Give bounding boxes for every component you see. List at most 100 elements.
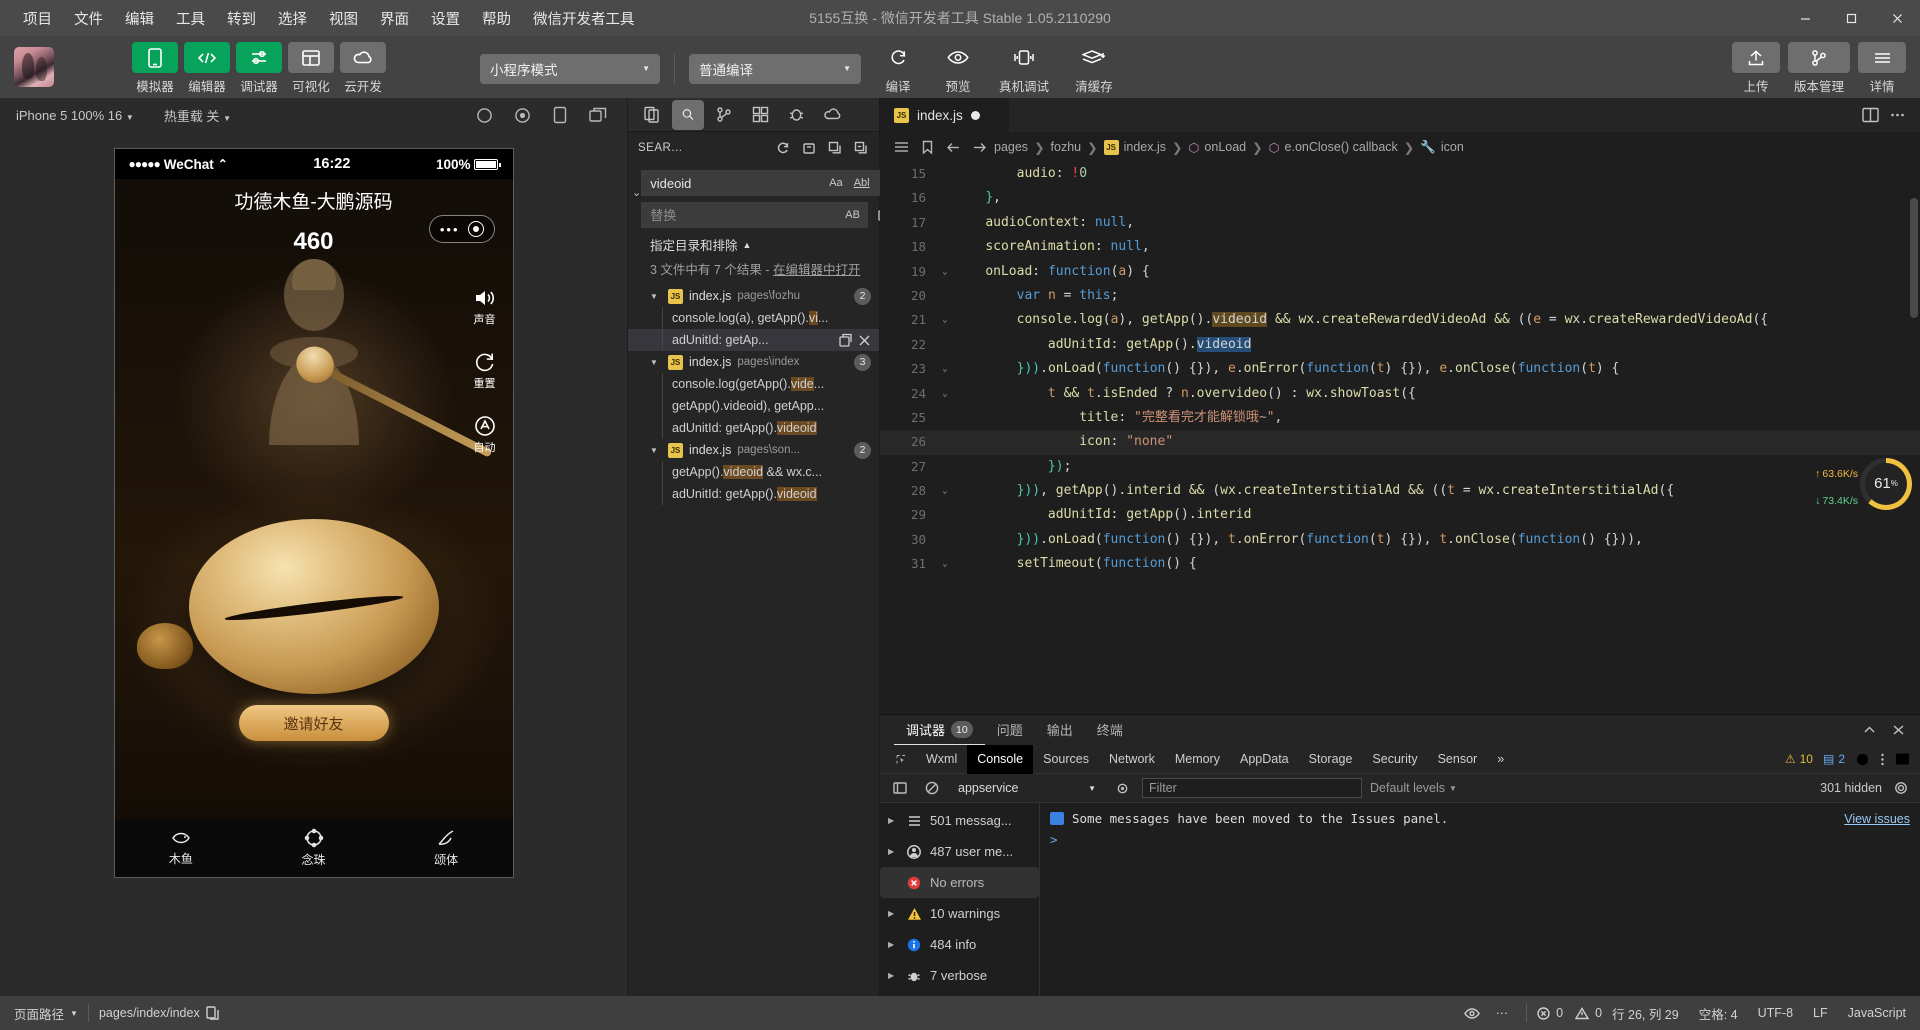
console-context-select[interactable]: appservice ▼ <box>952 779 1102 797</box>
menu-item-tools[interactable]: 工具 <box>165 3 216 34</box>
tab-console[interactable]: Console <box>967 745 1033 774</box>
more-vertical-icon[interactable] <box>1880 752 1885 767</box>
encoding[interactable]: UTF-8 <box>1758 1006 1793 1020</box>
maximize-button[interactable] <box>1828 0 1874 36</box>
fold-toggle[interactable]: ⌄ <box>936 479 954 503</box>
cloud-dev-button[interactable]: 云开发 <box>340 42 386 95</box>
clear-search-button[interactable] <box>797 136 821 160</box>
tab-storage[interactable]: Storage <box>1299 745 1363 774</box>
live-expression-button[interactable] <box>1110 776 1134 800</box>
tab-security[interactable]: Security <box>1362 745 1427 774</box>
inspect-element-button[interactable] <box>886 745 916 774</box>
open-in-editor-link[interactable]: 在编辑器中打开 <box>773 263 861 277</box>
dock-icon[interactable] <box>1895 752 1910 766</box>
cloud-icon-button[interactable] <box>816 100 848 130</box>
search-input[interactable] <box>650 176 826 191</box>
menu-item-select[interactable]: 选择 <box>267 3 318 34</box>
tab-memory[interactable]: Memory <box>1165 745 1230 774</box>
split-editor-icon[interactable] <box>1862 107 1879 123</box>
tab-chant[interactable]: 颂体 <box>380 819 513 877</box>
sidebar-item-warnings[interactable]: ▶ 10 warnings <box>880 898 1039 929</box>
upload-button[interactable]: 上传 <box>1732 42 1780 95</box>
tab-network[interactable]: Network <box>1099 745 1165 774</box>
rotate-button[interactable] <box>541 100 579 130</box>
toggle-replace-button[interactable]: ⌄ <box>632 164 641 228</box>
open-in-editor-button[interactable] <box>823 136 847 160</box>
whole-word-toggle[interactable]: Abl <box>851 176 873 190</box>
page-path-select[interactable]: 页面路径 ▼ <box>14 1004 78 1023</box>
refresh-search-button[interactable] <box>771 136 795 160</box>
close-icon[interactable] <box>1891 723 1906 737</box>
menu-item-view[interactable]: 视图 <box>318 3 369 34</box>
sound-action[interactable]: 声音 <box>473 287 497 327</box>
sidebar-item-verbose[interactable]: ▶ 7 verbose <box>880 960 1039 991</box>
replace-input[interactable] <box>650 208 842 223</box>
console-log-area[interactable]: Some messages have been moved to the Iss… <box>1040 803 1920 996</box>
line-ending[interactable]: LF <box>1813 1006 1828 1020</box>
result-hit-row[interactable]: adUnitId: getAp... <box>628 329 879 351</box>
version-control-button[interactable]: 版本管理 <box>1788 42 1850 95</box>
multi-window-button[interactable] <box>579 100 617 130</box>
issue-count-chip[interactable]: ▤ 2 <box>1823 752 1845 766</box>
extensions-icon-button[interactable] <box>744 100 776 130</box>
capsule-pill[interactable]: ••• <box>429 215 495 243</box>
result-file-row[interactable]: ▼ JS index.js pages\index 3 <box>628 351 879 373</box>
match-case-toggle[interactable]: Aa <box>826 176 845 190</box>
result-hit-row[interactable]: getApp().videoid && wx.c... <box>628 461 879 483</box>
result-hit-row[interactable]: adUnitId: getApp().videoid <box>628 483 879 505</box>
result-hit-row[interactable]: console.log(a), getApp().vi... <box>628 307 879 329</box>
warning-count-chip[interactable]: ⚠ 10 <box>1785 752 1813 766</box>
fold-toggle[interactable]: ⌄ <box>936 357 954 381</box>
console-filter-input[interactable] <box>1143 779 1361 797</box>
invite-friends-button[interactable]: 邀请好友 <box>239 705 389 741</box>
language-mode[interactable]: JavaScript <box>1848 1006 1906 1020</box>
indentation[interactable]: 空格: 4 <box>1699 1004 1738 1023</box>
preserve-case-toggle[interactable]: AB <box>842 208 863 222</box>
chevron-up-icon[interactable] <box>1862 723 1877 737</box>
fold-toggle[interactable]: ⌄ <box>936 552 954 576</box>
view-issues-link[interactable]: View issues <box>1844 812 1910 826</box>
copy-icon[interactable] <box>206 1006 219 1020</box>
dismiss-icon[interactable] <box>858 334 871 347</box>
menu-item-goto[interactable]: 转到 <box>216 3 267 34</box>
auto-action[interactable]: 自动 <box>474 415 496 455</box>
search-input-wrap[interactable]: Aa Abl .* <box>641 170 896 196</box>
result-hit-row[interactable]: adUnitId: getApp().videoid <box>628 417 879 439</box>
menu-item-help[interactable]: 帮助 <box>471 3 522 34</box>
wechat-capsule[interactable]: ••• <box>429 215 495 243</box>
visualization-button[interactable]: 可视化 <box>288 42 334 95</box>
include-exclude-toggle[interactable]: 指定目录和排除 ▲ <box>628 228 879 256</box>
editor-scrollbar[interactable] <box>1908 162 1920 714</box>
explorer-icon-button[interactable] <box>636 100 668 130</box>
status-eye-button[interactable] <box>1464 1007 1480 1020</box>
fold-toggle[interactable]: ⌄ <box>936 260 954 284</box>
tab-woodfish[interactable]: 木鱼 <box>115 819 248 877</box>
source-control-icon-button[interactable] <box>708 100 740 130</box>
editor-scrollbar-thumb[interactable] <box>1910 198 1918 318</box>
tab-problems[interactable]: 问题 <box>985 715 1035 745</box>
settings-icon[interactable] <box>1855 752 1870 767</box>
sidebar-item-messages[interactable]: ▶ 501 messag... <box>880 805 1039 836</box>
compile-button[interactable]: 编译 <box>875 42 921 95</box>
more-icon[interactable] <box>1889 107 1906 123</box>
console-prompt[interactable]: > <box>1040 829 1920 850</box>
reset-action[interactable]: 重置 <box>474 351 496 391</box>
breadcrumb-item-onload[interactable]: ⬡onLoad <box>1189 140 1247 155</box>
sidebar-item-errors[interactable]: No errors <box>880 867 1039 898</box>
menu-item-file[interactable]: 文件 <box>63 3 114 34</box>
log-levels-select[interactable]: Default levels▼ <box>1370 781 1457 795</box>
fold-toggle[interactable]: ⌄ <box>936 308 954 332</box>
tab-wxml[interactable]: Wxml <box>916 745 967 774</box>
editor-button[interactable]: 编辑器 <box>184 42 230 95</box>
clear-console-button[interactable] <box>920 776 944 800</box>
outline-button[interactable] <box>890 136 912 158</box>
preview-button[interactable]: 预览 <box>935 42 981 95</box>
record-button[interactable] <box>465 100 503 130</box>
result-hit-row[interactable]: getApp().videoid), getApp... <box>628 395 879 417</box>
forward-button[interactable] <box>968 136 990 158</box>
result-file-row[interactable]: ▼ JS index.js pages\fozhu 2 <box>628 285 879 307</box>
tab-appdata[interactable]: AppData <box>1230 745 1299 774</box>
tabs-overflow-button[interactable]: » <box>1487 745 1514 774</box>
menu-item-project[interactable]: 项目 <box>12 3 63 34</box>
gear-icon[interactable] <box>1894 781 1908 795</box>
